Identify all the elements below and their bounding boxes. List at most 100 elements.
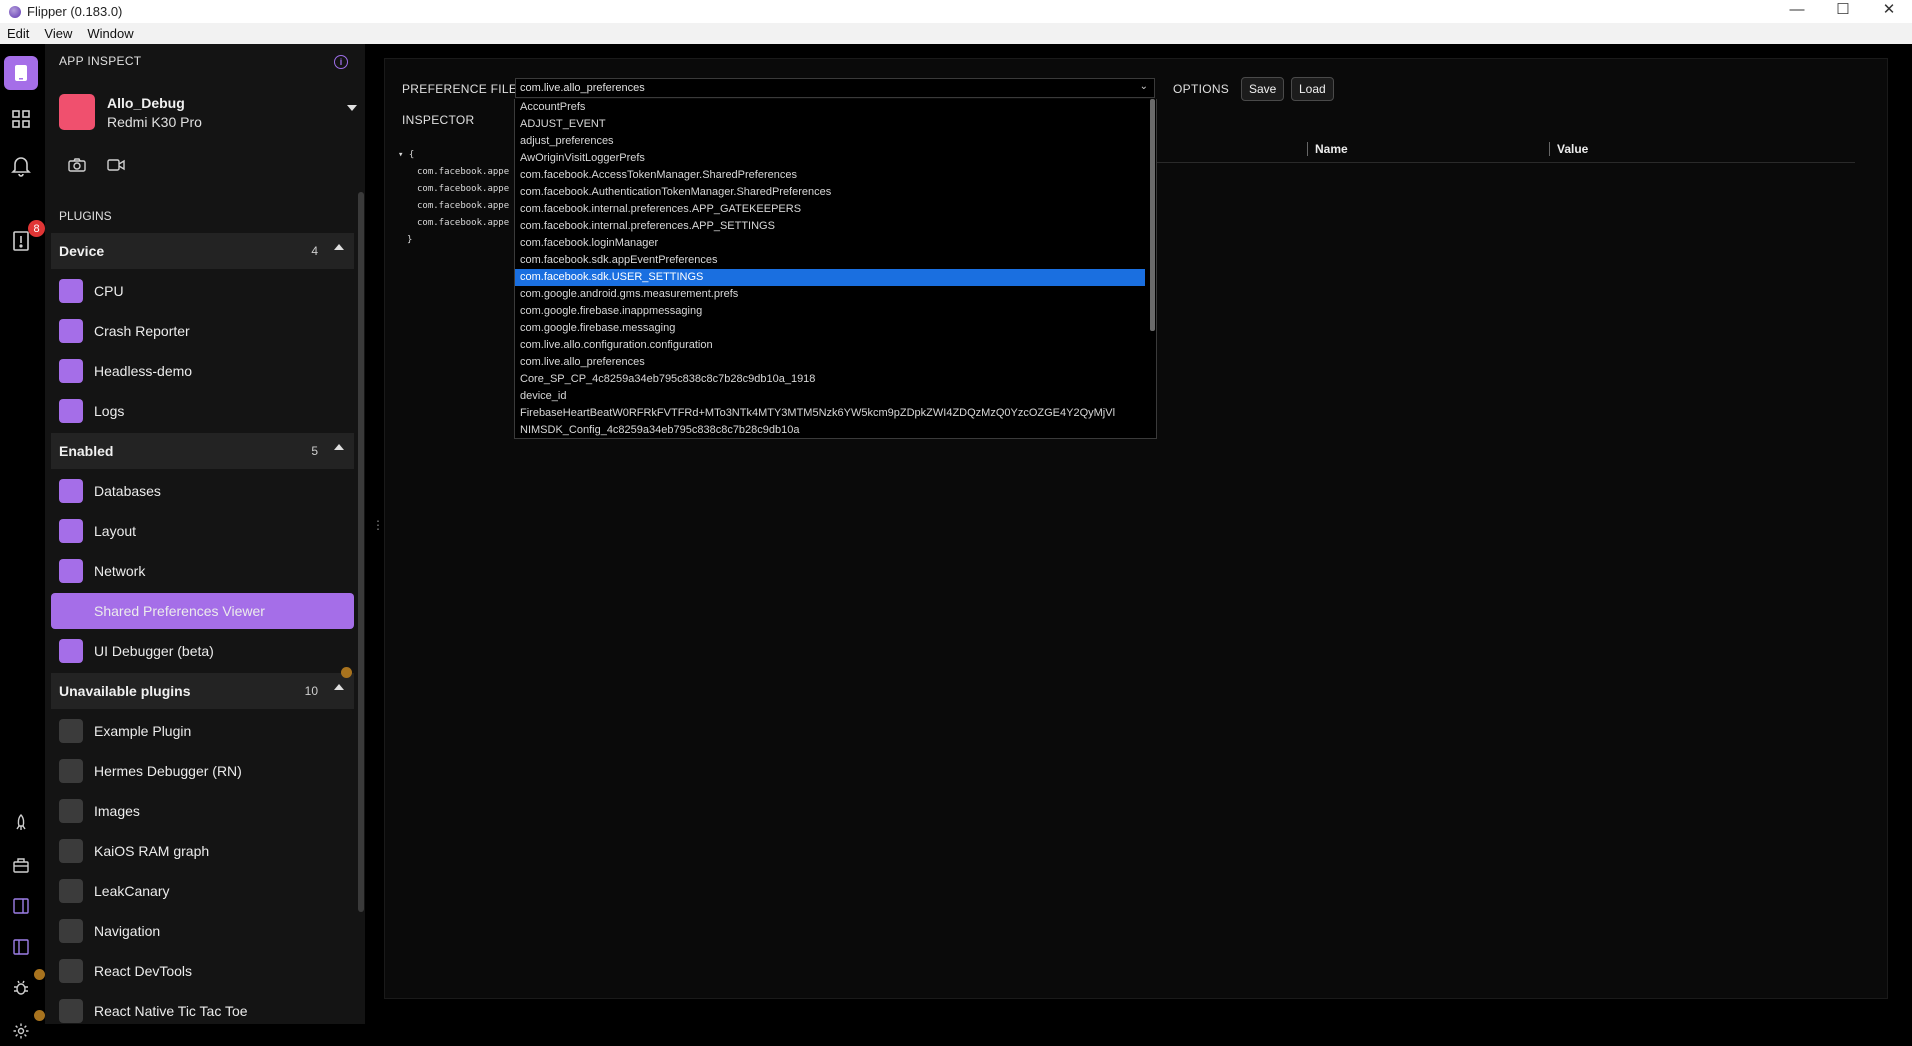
plugin-item-cpu[interactable]: CPU — [51, 273, 354, 309]
plugin-icon — [59, 639, 83, 663]
section-count: 4 — [311, 244, 318, 258]
section-label: Unavailable plugins — [59, 683, 191, 699]
plugin-label: Crash Reporter — [94, 323, 190, 339]
app-inspect-sidebar: APP INSPECT i Allo_Debug Redmi K30 Pro P… — [45, 44, 365, 1024]
tree-root-open[interactable]: ▾ { — [398, 147, 509, 164]
plugin-item-logs[interactable]: Logs — [51, 393, 354, 429]
menu-edit[interactable]: Edit — [0, 26, 37, 41]
camera-icon[interactable] — [68, 158, 86, 176]
plugin-item-react-native-tic-tac-toe[interactable]: React Native Tic Tac Toe — [51, 993, 354, 1024]
left-panel-toggle-icon[interactable] — [6, 932, 36, 962]
menu-window[interactable]: Window — [80, 26, 141, 41]
chevron-up-icon[interactable] — [334, 244, 344, 250]
dropdown-option-highlighted[interactable]: com.facebook.sdk.USER_SETTINGS — [515, 269, 1145, 286]
plugin-icon — [59, 919, 83, 943]
minimize-button[interactable]: — — [1774, 0, 1820, 23]
tree-row[interactable]: com.facebook.appe — [398, 181, 509, 198]
column-header-value[interactable]: Value — [1557, 142, 1588, 160]
section-device[interactable]: Device 4 — [51, 233, 354, 269]
app-icon — [59, 94, 95, 130]
preference-file-select[interactable]: com.live.allo_preferences ⌄ — [515, 78, 1155, 98]
toolbox-icon[interactable] — [6, 850, 36, 880]
debug-bug-icon[interactable] — [6, 973, 36, 1003]
load-button[interactable]: Load — [1291, 77, 1334, 101]
menu-view[interactable]: View — [37, 26, 80, 41]
app-inspect-icon[interactable] — [4, 56, 38, 90]
plugin-item-layout[interactable]: Layout — [51, 513, 354, 549]
dropdown-option[interactable]: com.facebook.loginManager — [515, 235, 1145, 252]
plugin-item-example-plugin[interactable]: Example Plugin — [51, 713, 354, 749]
plugin-icon — [59, 959, 83, 983]
dropdown-option[interactable]: com.live.allo_preferences — [515, 354, 1145, 371]
plugin-item-shared-preferences-viewer[interactable]: Shared Preferences Viewer — [51, 593, 354, 629]
dropdown-option[interactable]: device_id — [515, 388, 1145, 405]
plugin-item-crash-reporter[interactable]: Crash Reporter — [51, 313, 354, 349]
tree-row[interactable]: com.facebook.appe — [398, 215, 509, 232]
plugin-label: Databases — [94, 483, 161, 499]
plugin-item-databases[interactable]: Databases — [51, 473, 354, 509]
preference-file-dropdown[interactable]: AccountPrefs ADJUST_EVENT adjust_prefere… — [514, 99, 1157, 439]
plugin-item-headless-demo[interactable]: Headless-demo — [51, 353, 354, 389]
info-icon[interactable]: i — [334, 55, 348, 69]
rocket-icon[interactable] — [6, 808, 36, 838]
selected-file-value: com.live.allo_preferences — [520, 82, 645, 94]
dropdown-option[interactable]: com.google.firebase.messaging — [515, 320, 1145, 337]
status-dot — [341, 667, 352, 678]
dropdown-option[interactable]: com.facebook.sdk.appEventPreferences — [515, 252, 1145, 269]
app-selector[interactable]: Allo_Debug Redmi K30 Pro — [59, 91, 359, 133]
debug-status-dot — [34, 969, 45, 980]
close-button[interactable]: ✕ — [1866, 0, 1912, 23]
maximize-button[interactable]: ☐ — [1820, 0, 1866, 23]
dropdown-option[interactable]: ADJUST_EVENT — [515, 116, 1145, 133]
dropdown-scrollbar[interactable] — [1150, 99, 1155, 331]
column-separator[interactable] — [1549, 142, 1550, 156]
panel-resize-handle[interactable]: ⋮ — [372, 518, 384, 532]
plugin-label: Example Plugin — [94, 723, 192, 739]
chevron-up-icon[interactable] — [334, 684, 344, 690]
video-record-icon[interactable] — [107, 158, 125, 176]
plugin-label: React DevTools — [94, 963, 193, 979]
dropdown-option[interactable]: com.facebook.AuthenticationTokenManager.… — [515, 184, 1145, 201]
section-enabled[interactable]: Enabled 5 — [51, 433, 354, 469]
plugin-item-ui-debugger[interactable]: UI Debugger (beta) — [51, 633, 354, 669]
dropdown-option[interactable]: adjust_preferences — [515, 133, 1145, 150]
dropdown-option[interactable]: com.google.firebase.inappmessaging — [515, 303, 1145, 320]
settings-gear-icon[interactable] — [6, 1016, 36, 1046]
sidebar-scrollbar[interactable] — [358, 192, 364, 912]
section-count: 5 — [311, 444, 318, 458]
chevron-up-icon[interactable] — [334, 444, 344, 450]
section-unavailable-plugins[interactable]: Unavailable plugins 10 — [51, 667, 354, 709]
dropdown-option[interactable]: com.facebook.internal.preferences.APP_SE… — [515, 218, 1145, 235]
notifications-bell-icon[interactable] — [6, 151, 36, 181]
plugin-item-kaios-ram-graph[interactable]: KaiOS RAM graph — [51, 833, 354, 869]
dropdown-option[interactable]: Core_SP_CP_4c8259a34eb795c838c8c7b28c9db… — [515, 371, 1145, 388]
dropdown-option[interactable]: com.live.allo.configuration.configuratio… — [515, 337, 1145, 354]
column-header-name[interactable]: Name — [1315, 142, 1348, 160]
right-panel-toggle-icon[interactable] — [6, 891, 36, 921]
dropdown-option[interactable]: AwOriginVisitLoggerPrefs — [515, 150, 1145, 167]
plugin-icon — [59, 399, 83, 423]
dropdown-option[interactable]: com.facebook.AccessTokenManager.SharedPr… — [515, 167, 1145, 184]
plugin-grid-icon[interactable] — [6, 104, 36, 134]
tree-row[interactable]: com.facebook.appe — [398, 198, 509, 215]
plugin-item-images[interactable]: Images — [51, 793, 354, 829]
plugin-item-hermes-debugger[interactable]: Hermes Debugger (RN) — [51, 753, 354, 789]
plugin-item-navigation[interactable]: Navigation — [51, 913, 354, 949]
dropdown-option[interactable]: com.google.android.gms.measurement.prefs — [515, 286, 1145, 303]
plugin-label: Headless-demo — [94, 363, 193, 379]
save-button[interactable]: Save — [1241, 77, 1285, 101]
plugin-item-network[interactable]: Network — [51, 553, 354, 589]
dropdown-option[interactable]: FirebaseHeartBeatW0RFRkFVTFRd+MTo3NTk4MT… — [515, 405, 1145, 422]
dropdown-option[interactable]: AccountPrefs — [515, 99, 1145, 116]
plugin-label: Logs — [94, 403, 125, 419]
plugin-icon — [59, 279, 83, 303]
plugin-icon — [59, 359, 83, 383]
plugin-item-leakcanary[interactable]: LeakCanary — [51, 873, 354, 909]
plugin-item-react-devtools[interactable]: React DevTools — [51, 953, 354, 989]
dropdown-option[interactable]: com.facebook.internal.preferences.APP_GA… — [515, 201, 1145, 218]
plugin-icon — [59, 759, 83, 783]
dropdown-option[interactable]: NIMSDK_Config_4c8259a34eb795c838c8c7b28c… — [515, 422, 1145, 438]
column-separator[interactable] — [1307, 142, 1308, 156]
caret-down-icon[interactable] — [347, 105, 357, 111]
tree-row[interactable]: com.facebook.appe — [398, 164, 509, 181]
